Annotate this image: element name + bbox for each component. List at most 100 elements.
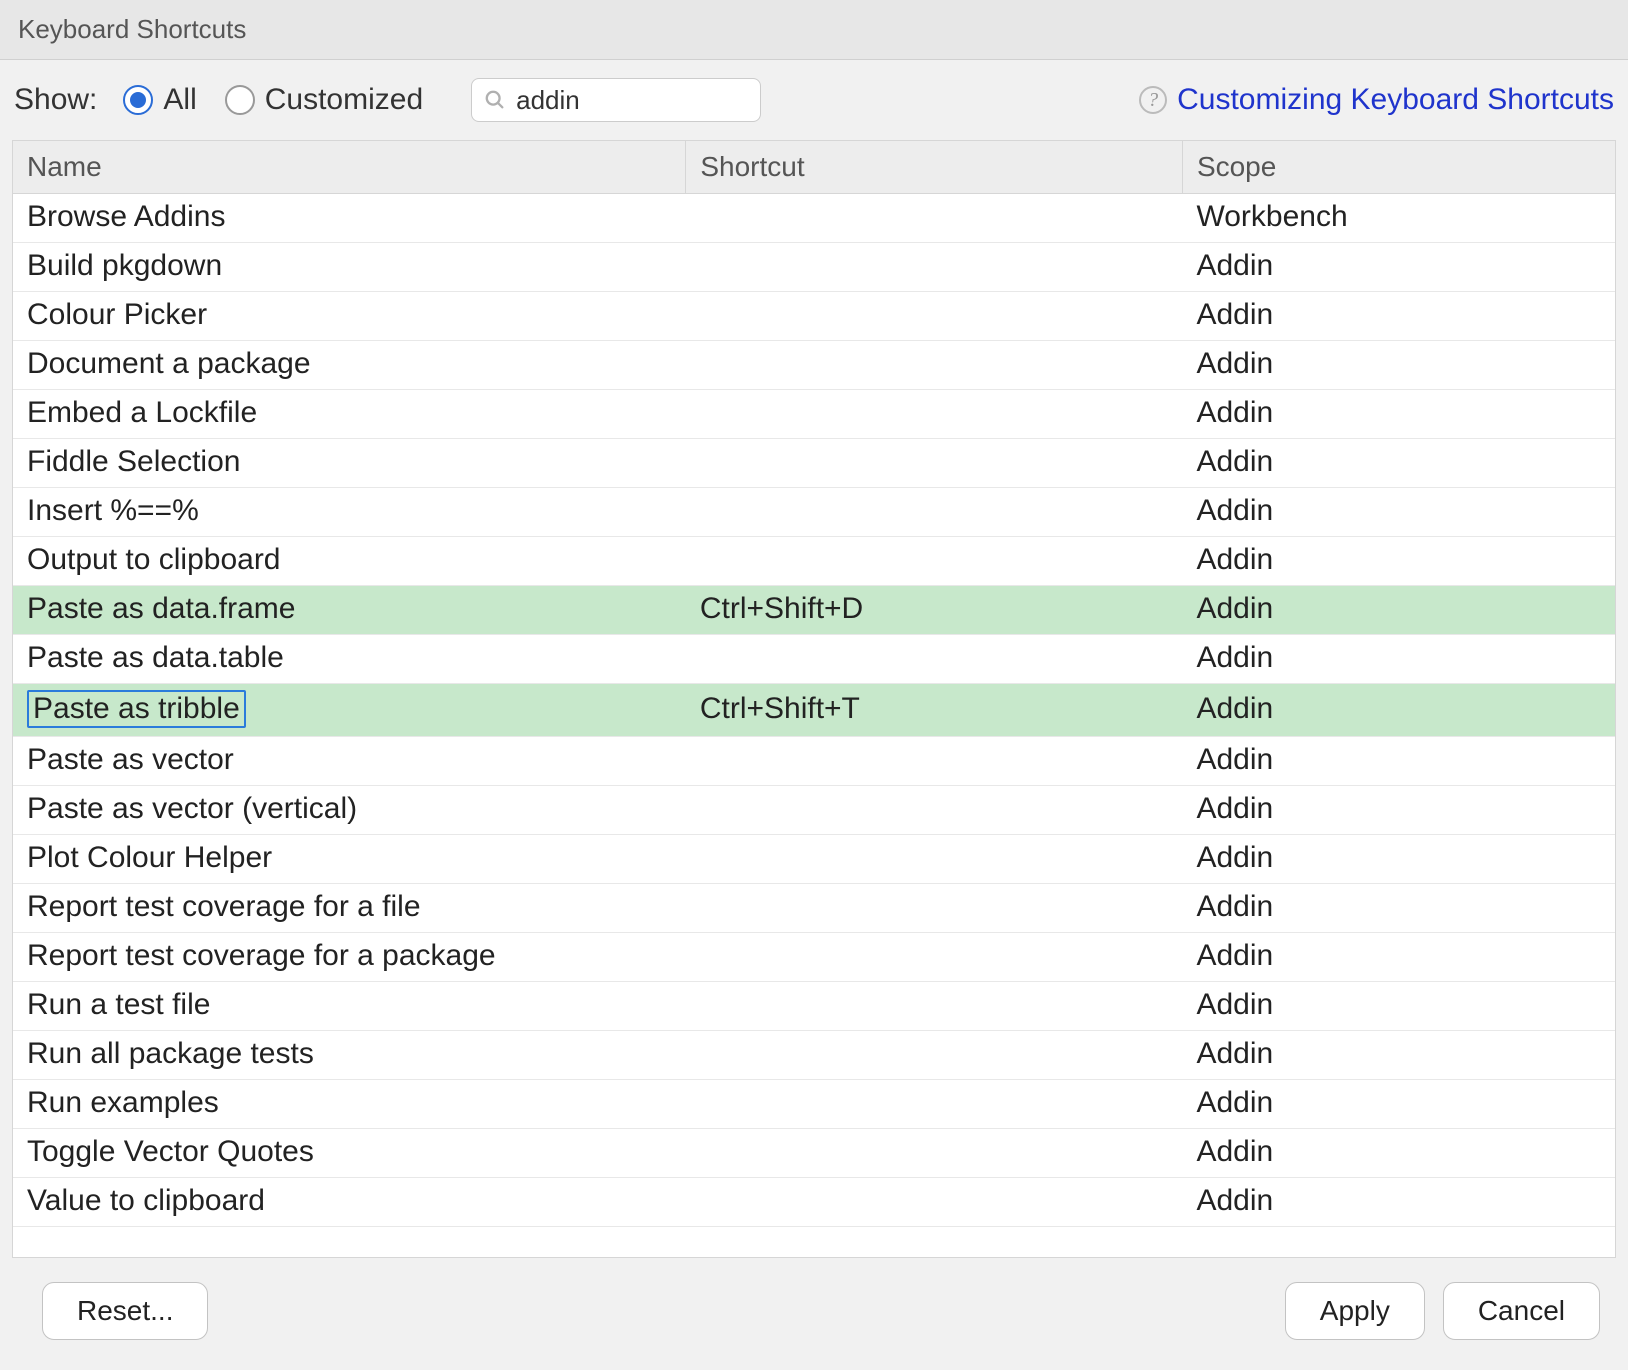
- cell-name[interactable]: Run a test file: [13, 982, 686, 1031]
- cell-name[interactable]: Fiddle Selection: [13, 439, 686, 488]
- cell-shortcut[interactable]: [686, 194, 1183, 243]
- table-row[interactable]: Embed a LockfileAddin: [13, 390, 1615, 439]
- cell-shortcut[interactable]: [686, 292, 1183, 341]
- table-row[interactable]: Insert %==% Addin: [13, 488, 1615, 537]
- cell-shortcut[interactable]: [686, 1031, 1183, 1080]
- cell-name[interactable]: Colour Picker: [13, 292, 686, 341]
- cell-scope: Addin: [1182, 243, 1615, 292]
- cell-name[interactable]: Paste as data.table: [13, 635, 686, 684]
- cell-shortcut[interactable]: [686, 243, 1183, 292]
- table-row[interactable]: Paste as data.table Addin: [13, 635, 1615, 684]
- table-row[interactable]: Run examplesAddin: [13, 1080, 1615, 1129]
- cell-name[interactable]: Run examples: [13, 1080, 686, 1129]
- cell-name-text: Plot Colour Helper: [27, 841, 272, 875]
- search-input[interactable]: [516, 85, 748, 116]
- cell-name[interactable]: Insert %==%: [13, 488, 686, 537]
- radio-checked-icon: [123, 85, 153, 115]
- help-link[interactable]: ? Customizing Keyboard Shortcuts: [1139, 83, 1614, 117]
- button-bar: Reset... Apply Cancel: [0, 1258, 1628, 1370]
- cell-shortcut[interactable]: [686, 635, 1183, 684]
- cell-name[interactable]: Paste as tribble: [13, 684, 686, 737]
- cell-shortcut[interactable]: [686, 835, 1183, 884]
- table-row[interactable]: Fiddle SelectionAddin: [13, 439, 1615, 488]
- radio-customized-label: Customized: [265, 83, 423, 117]
- cell-shortcut[interactable]: [686, 786, 1183, 835]
- table-row[interactable]: Paste as data.frameCtrl+Shift+DAddin: [13, 586, 1615, 635]
- cell-shortcut[interactable]: [686, 537, 1183, 586]
- cell-shortcut[interactable]: [686, 390, 1183, 439]
- cell-name[interactable]: Run all package tests: [13, 1031, 686, 1080]
- cell-name-text: Toggle Vector Quotes: [27, 1135, 314, 1169]
- cancel-button[interactable]: Cancel: [1443, 1282, 1600, 1340]
- cell-name-text: Report test coverage for a package: [27, 939, 496, 973]
- cell-name[interactable]: Embed a Lockfile: [13, 390, 686, 439]
- cell-scope: Addin: [1182, 982, 1615, 1031]
- table-row[interactable]: Run a test file Addin: [13, 982, 1615, 1031]
- cell-name[interactable]: Plot Colour Helper: [13, 835, 686, 884]
- cell-name[interactable]: Browse Addins: [13, 194, 686, 243]
- cell-name[interactable]: Toggle Vector Quotes: [13, 1129, 686, 1178]
- cell-name[interactable]: Build pkgdown: [13, 243, 686, 292]
- cell-shortcut[interactable]: [686, 737, 1183, 786]
- col-scope[interactable]: Scope: [1182, 141, 1615, 194]
- cell-name-text: Paste as data.frame: [27, 592, 295, 626]
- apply-button[interactable]: Apply: [1285, 1282, 1425, 1340]
- table-row[interactable]: Paste as tribbleCtrl+Shift+TAddin: [13, 684, 1615, 737]
- cell-scope: Addin: [1182, 884, 1615, 933]
- cell-name-text: Paste as vector (vertical): [27, 792, 357, 826]
- cell-name[interactable]: Value to clipboard: [13, 1178, 686, 1227]
- cell-name[interactable]: Paste as vector (vertical): [13, 786, 686, 835]
- cell-shortcut[interactable]: [686, 488, 1183, 537]
- cell-shortcut[interactable]: [686, 1080, 1183, 1129]
- help-icon: ?: [1139, 86, 1167, 114]
- table-row[interactable]: Browse AddinsWorkbench: [13, 194, 1615, 243]
- cell-name-text: Colour Picker: [27, 298, 207, 332]
- radio-all[interactable]: All: [123, 83, 196, 117]
- cell-name[interactable]: Paste as vector: [13, 737, 686, 786]
- cell-name[interactable]: Report test coverage for a file: [13, 884, 686, 933]
- radio-customized[interactable]: Customized: [225, 83, 423, 117]
- cell-name-text: Document a package: [27, 347, 311, 381]
- cell-shortcut[interactable]: [686, 1178, 1183, 1227]
- table-row[interactable]: Report test coverage for a packageAddin: [13, 933, 1615, 982]
- cell-name-text: Paste as vector: [27, 743, 234, 777]
- col-name[interactable]: Name: [13, 141, 686, 194]
- cell-scope: Addin: [1182, 488, 1615, 537]
- cell-name[interactable]: Document a package: [13, 341, 686, 390]
- table-row[interactable]: Toggle Vector QuotesAddin: [13, 1129, 1615, 1178]
- cell-name-text: Run examples: [27, 1086, 219, 1120]
- cell-scope: Addin: [1182, 635, 1615, 684]
- cell-shortcut[interactable]: [686, 933, 1183, 982]
- cell-shortcut[interactable]: [686, 341, 1183, 390]
- reset-button[interactable]: Reset...: [42, 1282, 208, 1340]
- cell-name[interactable]: Report test coverage for a package: [13, 933, 686, 982]
- table-row[interactable]: Build pkgdown Addin: [13, 243, 1615, 292]
- table-row[interactable]: Report test coverage for a file Addin: [13, 884, 1615, 933]
- table-row[interactable]: Paste as vector Addin: [13, 737, 1615, 786]
- col-shortcut[interactable]: Shortcut: [686, 141, 1183, 194]
- show-filter-radio-group: All Customized: [123, 83, 423, 117]
- cell-scope: Addin: [1182, 1031, 1615, 1080]
- cell-shortcut[interactable]: [686, 439, 1183, 488]
- table-row[interactable]: Run all package tests Addin: [13, 1031, 1615, 1080]
- help-link-text: Customizing Keyboard Shortcuts: [1177, 83, 1614, 117]
- table-row[interactable]: Output to clipboardAddin: [13, 537, 1615, 586]
- table-row[interactable]: Paste as vector (vertical)Addin: [13, 786, 1615, 835]
- cell-shortcut[interactable]: [686, 884, 1183, 933]
- cell-shortcut[interactable]: Ctrl+Shift+T: [686, 684, 1183, 737]
- table-row[interactable]: Document a packageAddin: [13, 341, 1615, 390]
- cell-name-text: Embed a Lockfile: [27, 396, 257, 430]
- cell-shortcut[interactable]: [686, 982, 1183, 1031]
- cell-name[interactable]: Paste as data.frame: [13, 586, 686, 635]
- table-row[interactable]: Value to clipboardAddin: [13, 1178, 1615, 1227]
- cell-name[interactable]: Output to clipboard: [13, 537, 686, 586]
- cell-scope: Addin: [1182, 292, 1615, 341]
- search-field[interactable]: [471, 78, 761, 122]
- cell-shortcut[interactable]: [686, 1129, 1183, 1178]
- cell-name-text: Fiddle Selection: [27, 445, 240, 479]
- cell-shortcut[interactable]: Ctrl+Shift+D: [686, 586, 1183, 635]
- table-row[interactable]: Plot Colour HelperAddin: [13, 835, 1615, 884]
- toolbar: Show: All Customized ? Customizing Keybo…: [0, 60, 1628, 140]
- table-row[interactable]: Colour Picker Addin: [13, 292, 1615, 341]
- cell-scope: Addin: [1182, 737, 1615, 786]
